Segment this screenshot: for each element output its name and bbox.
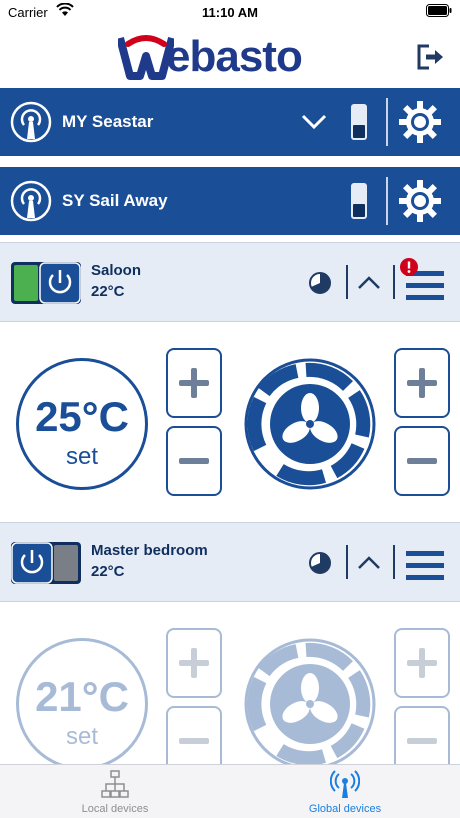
device-row[interactable]: MY Seastar: [0, 88, 460, 156]
tab-global-devices[interactable]: Global devices: [230, 765, 460, 818]
setpoint-label: set: [65, 723, 98, 750]
tab-label: Local devices: [81, 803, 149, 815]
zone-temperature: 22°C: [91, 563, 125, 580]
setpoint-dial[interactable]: 21°C set: [16, 638, 148, 770]
chevron-down-icon[interactable]: [301, 112, 327, 132]
plus-icon: [179, 648, 209, 678]
temp-increase-button[interactable]: [166, 628, 222, 698]
device-name: MY Seastar: [62, 112, 154, 131]
plus-icon: [179, 368, 209, 398]
zone-temperature: 22°C: [91, 283, 125, 300]
device-row[interactable]: SY Sail Away: [0, 167, 460, 235]
chevron-up-icon[interactable]: [357, 273, 381, 293]
minus-icon: [407, 738, 437, 744]
device-name: SY Sail Away: [62, 191, 168, 210]
setpoint-value: 25°C: [35, 393, 129, 440]
alert-icon: [400, 258, 418, 276]
fan-decrease-button[interactable]: [394, 426, 450, 496]
timer-icon[interactable]: [308, 551, 332, 575]
divider: [386, 177, 388, 225]
tab-label: Global devices: [308, 803, 382, 815]
gear-icon[interactable]: [398, 100, 442, 144]
signal-icon: [10, 101, 52, 143]
app-header: ebasto: [0, 24, 460, 88]
zone-header: Master bedroom 22°C: [0, 522, 460, 602]
zone-header: Saloon 22°C: [0, 242, 460, 322]
minus-icon: [407, 458, 437, 464]
gear-icon[interactable]: [398, 179, 442, 223]
setpoint-value: 21°C: [35, 673, 129, 720]
fan-increase-button[interactable]: [394, 628, 450, 698]
temp-decrease-button[interactable]: [166, 426, 222, 496]
tab-bar: Local devices Global devices: [0, 764, 460, 818]
plus-icon: [407, 368, 437, 398]
battery-level-icon: [351, 183, 367, 219]
antenna-icon: [330, 770, 360, 798]
menu-icon[interactable]: [406, 545, 444, 581]
fan-speed-dial[interactable]: [244, 638, 376, 770]
divider: [386, 98, 388, 146]
zone-name: Saloon: [91, 262, 142, 279]
fan-speed-dial[interactable]: [244, 358, 376, 490]
power-toggle[interactable]: [10, 541, 82, 585]
zone-name: Master bedroom: [91, 542, 208, 559]
status-bar: Carrier 11:10 AM: [0, 0, 460, 24]
timer-icon[interactable]: [308, 271, 332, 295]
setpoint-dial[interactable]: 25°C set: [16, 358, 148, 490]
chevron-up-icon[interactable]: [357, 553, 381, 573]
minus-icon: [179, 458, 209, 464]
setpoint-label: set: [65, 443, 98, 470]
logo-wordmark: ebasto: [166, 32, 303, 81]
divider: [346, 545, 348, 579]
webasto-logo: ebasto: [118, 32, 338, 82]
network-icon: [101, 770, 129, 798]
divider: [346, 265, 348, 299]
zone-control-panel: 25°C set: [0, 322, 460, 522]
power-toggle[interactable]: [10, 261, 82, 305]
signal-icon: [10, 180, 52, 222]
plus-icon: [407, 648, 437, 678]
logout-icon[interactable]: [416, 42, 444, 72]
fan-increase-button[interactable]: [394, 348, 450, 418]
battery-icon: [426, 4, 452, 17]
divider: [393, 545, 395, 579]
tab-local-devices[interactable]: Local devices: [0, 765, 230, 818]
minus-icon: [179, 738, 209, 744]
battery-level-icon: [351, 104, 367, 140]
temp-increase-button[interactable]: [166, 348, 222, 418]
divider: [393, 265, 395, 299]
status-time: 11:10 AM: [202, 5, 258, 20]
